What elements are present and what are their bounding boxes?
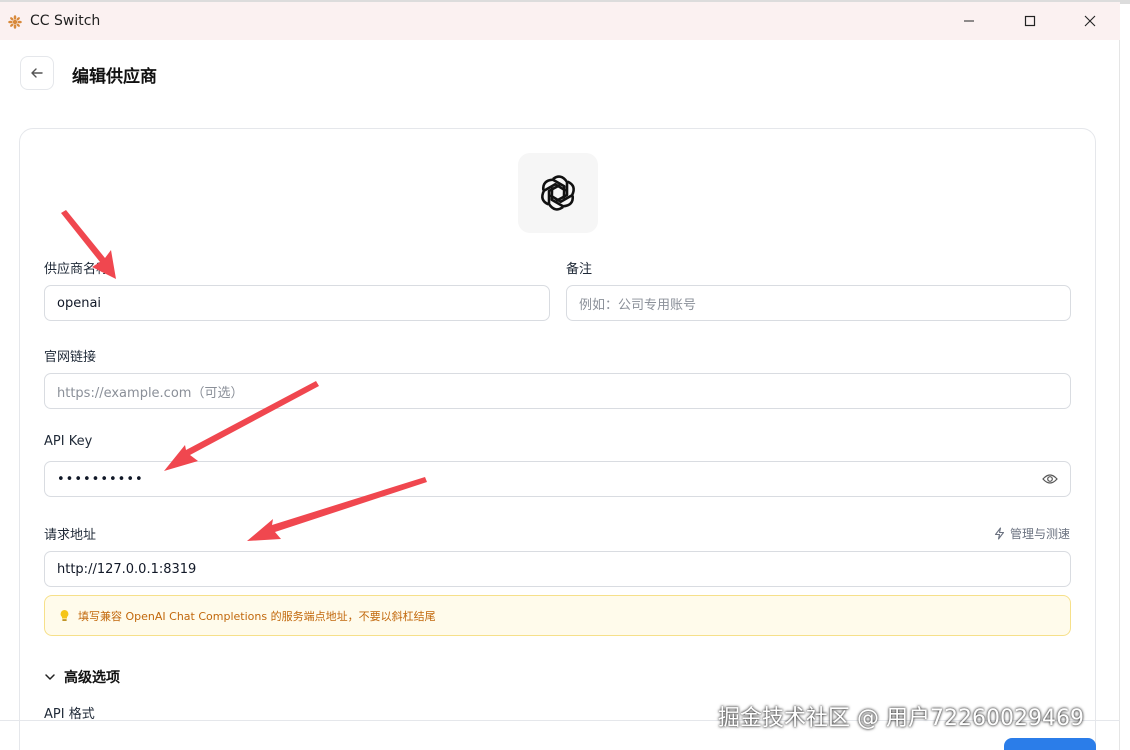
notes-input[interactable]: 例如：公司专用账号	[566, 285, 1071, 321]
manage-link-label: 管理与测速	[1010, 527, 1071, 541]
maximize-button[interactable]	[1001, 2, 1059, 40]
api-key-masked-value: ••••••••••	[57, 471, 144, 487]
endpoint-input[interactable]: http://127.0.0.1:8319	[44, 551, 1071, 587]
api-key-label: API Key	[44, 434, 93, 449]
page-title: 编辑供应商	[72, 67, 157, 87]
minimize-icon	[964, 20, 974, 22]
endpoint-hint-text: 填写兼容 OpenAI Chat Completions 的服务端点地址，不要以…	[78, 609, 436, 623]
save-button[interactable]	[1004, 738, 1096, 750]
advanced-options-label: 高级选项	[64, 670, 120, 686]
website-input[interactable]: https://example.com（可选）	[44, 373, 1071, 409]
titlebar: CC Switch	[0, 2, 1120, 40]
close-icon	[1084, 15, 1096, 27]
endpoint-label: 请求地址	[44, 528, 97, 543]
openai-logo-icon	[541, 175, 575, 211]
lightbulb-icon	[59, 609, 70, 622]
page-header: 编辑供应商	[0, 40, 1120, 108]
watermark-text: 掘金技术社区 @ 用户72260029469	[718, 706, 1084, 731]
manage-and-speedtest-link[interactable]: 管理与测速	[993, 525, 1070, 542]
api-key-input[interactable]: ••••••••••	[44, 461, 1071, 497]
window-title: CC Switch	[30, 13, 101, 29]
chevron-down-icon	[45, 674, 55, 680]
arrow-left-icon	[31, 68, 43, 78]
provider-name-label: 供应商名称	[44, 262, 110, 277]
lightning-icon	[994, 527, 1005, 540]
back-button[interactable]	[20, 56, 54, 90]
app-logo-icon	[8, 14, 22, 29]
notes-label: 备注	[566, 262, 593, 277]
provider-name-input[interactable]: openai	[44, 285, 550, 321]
maximize-icon	[1024, 15, 1036, 27]
advanced-options-toggle[interactable]: 高级选项	[44, 667, 120, 687]
endpoint-hint-banner: 填写兼容 OpenAI Chat Completions 的服务端点地址，不要以…	[44, 595, 1071, 636]
provider-logo[interactable]	[518, 153, 598, 233]
minimize-button[interactable]	[940, 2, 998, 40]
website-label: 官网链接	[44, 350, 97, 365]
eye-icon[interactable]	[1042, 472, 1058, 490]
close-button[interactable]	[1061, 2, 1119, 40]
